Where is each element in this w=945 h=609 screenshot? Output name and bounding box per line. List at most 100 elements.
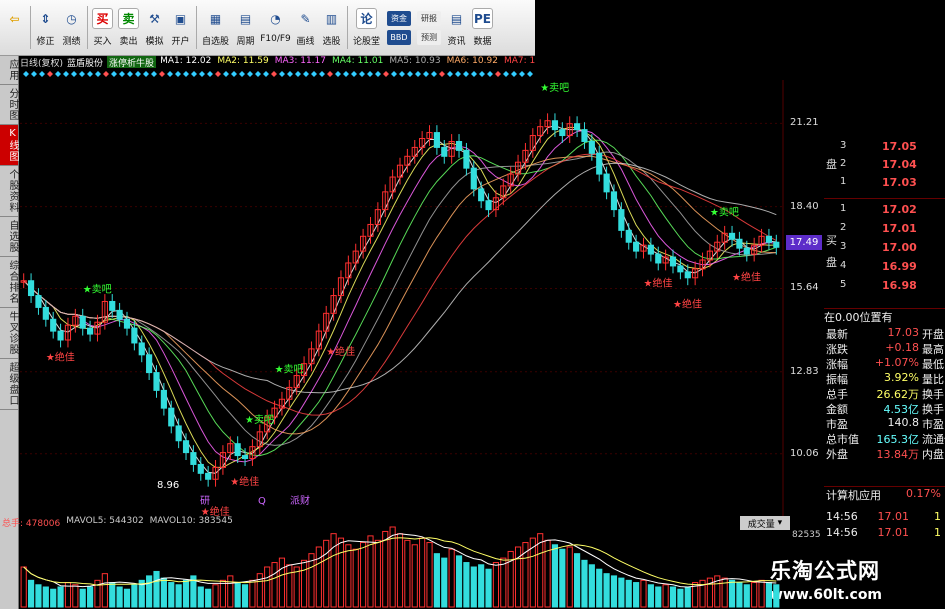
candle bbox=[633, 241, 640, 252]
toolbar-text-button[interactable]: 论论股堂 bbox=[350, 2, 383, 53]
signal-diamond-row bbox=[23, 71, 533, 77]
sell-level-row[interactable]: 1 17.03 bbox=[824, 176, 945, 192]
level-price: 16.99 bbox=[882, 260, 917, 273]
volume-bar bbox=[677, 588, 684, 608]
industry-name: 计算机应用 bbox=[826, 489, 881, 502]
volume-bar bbox=[197, 586, 204, 608]
candle bbox=[79, 315, 86, 329]
mini-button[interactable]: BBD bbox=[387, 29, 411, 45]
kline-chart[interactable]: ★卖吧★卖吧★卖吧★卖吧★卖吧★绝佳★绝佳★绝佳★绝佳★绝佳★绝佳★绝佳8.96… bbox=[20, 80, 785, 520]
toolbar-text-button[interactable]: 卖卖出 bbox=[116, 2, 141, 53]
mini-button[interactable]: 预测 bbox=[417, 29, 441, 45]
buy-level-row[interactable]: 4 16.99 bbox=[824, 260, 945, 276]
signal-diamond bbox=[527, 71, 533, 77]
buy-level-row[interactable]: 1 17.02 bbox=[824, 203, 945, 219]
candle bbox=[765, 235, 773, 243]
tab-0[interactable]: 应用 bbox=[0, 56, 18, 85]
volume-bar bbox=[374, 539, 381, 608]
volume-axis-value: 82535 bbox=[792, 530, 821, 540]
volume-bar bbox=[42, 586, 49, 608]
tab-7[interactable]: 超级盘口 bbox=[0, 359, 18, 410]
buy-level-row[interactable]: 5 16.98 bbox=[824, 279, 945, 295]
mavol-line bbox=[23, 537, 777, 586]
industry-row[interactable]: 计算机应用 0.17% bbox=[824, 486, 945, 502]
tab-5[interactable]: 综合排名 bbox=[0, 257, 18, 308]
level-number: 5 bbox=[840, 279, 847, 290]
buy-signal-marker: ★卖吧 bbox=[245, 414, 274, 426]
candle bbox=[146, 354, 153, 374]
tab-2[interactable]: K线图 bbox=[0, 125, 18, 166]
mini-button[interactable]: 研报 bbox=[417, 10, 441, 26]
tick-row: 14:56 17.01 1 bbox=[824, 510, 945, 524]
formula-name[interactable]: 涨停析牛股 bbox=[107, 56, 157, 68]
toolbar-hammer-button[interactable]: ⚒ 模拟 bbox=[142, 2, 167, 53]
toolbar-label: 周期 bbox=[236, 37, 255, 47]
signal-diamond bbox=[503, 71, 509, 77]
toolbar-label: 资讯 bbox=[447, 37, 466, 47]
volume-bar bbox=[271, 562, 278, 608]
volume-bar bbox=[485, 568, 492, 608]
toolbar-separator bbox=[347, 6, 348, 49]
tick-row: 14:56 17.01 1 bbox=[824, 526, 945, 540]
stat-row: 总手 26.62万 换手 bbox=[824, 386, 945, 401]
volume-bar bbox=[758, 579, 765, 608]
signal-diamond bbox=[271, 71, 277, 77]
volume-bar bbox=[234, 582, 241, 608]
toolbar-gauge-button[interactable]: ◔ F10/F9 bbox=[259, 2, 292, 53]
industry-change: 0.17% bbox=[906, 487, 941, 500]
price-axis-label: 21.21 bbox=[790, 117, 819, 129]
volume-bar bbox=[367, 535, 374, 608]
stat-value: +0.18 bbox=[885, 341, 919, 354]
candle bbox=[123, 318, 131, 329]
toolbar-pen-button[interactable]: ✎ 画线 bbox=[293, 2, 318, 53]
volume-bar bbox=[633, 582, 640, 608]
mini-button[interactable]: 资金 bbox=[387, 10, 411, 26]
signal-diamond bbox=[423, 71, 429, 77]
volume-bar bbox=[728, 579, 736, 608]
volume-bar bbox=[315, 546, 322, 608]
tab-4[interactable]: 自选股 bbox=[0, 217, 18, 257]
signal-diamond bbox=[143, 71, 149, 77]
stat-label: 外盘 bbox=[826, 448, 848, 461]
volume-bar bbox=[146, 575, 153, 608]
toolbar-back-arrow-button[interactable]: ⇦ bbox=[2, 2, 27, 53]
buy-level-row[interactable]: 2 17.01 bbox=[824, 222, 945, 238]
toolbar-clock-button[interactable]: ◷ 测绩 bbox=[59, 2, 84, 53]
candle bbox=[241, 455, 249, 460]
candle bbox=[478, 188, 485, 202]
toolbar-text-button[interactable]: 买买入 bbox=[90, 2, 115, 53]
toolbar-news-button[interactable]: ▤ 资讯 bbox=[444, 2, 469, 53]
volume-bar bbox=[559, 548, 566, 608]
candle bbox=[433, 132, 440, 148]
ma-line bbox=[23, 139, 777, 457]
tab-3[interactable]: 个股资料 bbox=[0, 166, 18, 217]
volume-bar bbox=[131, 584, 138, 608]
stat-value: 4.53亿 bbox=[883, 403, 920, 416]
toolbar-screen-button[interactable]: ▥ 选股 bbox=[319, 2, 344, 53]
volume-bar bbox=[596, 568, 603, 608]
stat-right-label: 开盘 bbox=[922, 328, 944, 341]
signal-diamond bbox=[295, 71, 301, 77]
level-number: 1 bbox=[840, 203, 847, 214]
toolbar-calendar-button[interactable]: ▤ 周期 bbox=[233, 2, 258, 53]
signal-diamond bbox=[223, 71, 229, 77]
candle bbox=[138, 342, 145, 356]
toolbar-text-button[interactable]: PE 数据 bbox=[470, 2, 495, 53]
toolbar-grid-button[interactable]: ▦ 自选股 bbox=[199, 2, 232, 53]
ma-header: 日线(复权) 蓝盾股份 涨停析牛股 MA1: 12.02 MA2: 11.59 MA… bbox=[20, 56, 535, 68]
text-icon: 论 bbox=[356, 8, 377, 29]
volume-chart[interactable] bbox=[20, 519, 785, 609]
period-label[interactable]: 日线(复权) bbox=[20, 56, 63, 68]
stat-value: 165.3亿 bbox=[876, 433, 920, 446]
volume-bar bbox=[448, 548, 455, 608]
toolbar-lock-button[interactable]: ▣ 开户 bbox=[168, 2, 193, 53]
level-number: 2 bbox=[840, 222, 847, 233]
tab-6[interactable]: 牛叉诊股 bbox=[0, 308, 18, 359]
sell-level-row[interactable]: 3 17.05 bbox=[824, 140, 945, 156]
sell-signal-marker: ★绝佳 bbox=[46, 351, 75, 364]
sell-level-row[interactable]: 2 17.04 bbox=[824, 158, 945, 174]
buy-level-row[interactable]: 3 17.00 bbox=[824, 241, 945, 257]
tab-1[interactable]: 分时图 bbox=[0, 85, 18, 125]
toolbar-up-down-arrows-button[interactable]: ⇕ 修正 bbox=[33, 2, 58, 53]
volume-bar bbox=[57, 586, 64, 608]
